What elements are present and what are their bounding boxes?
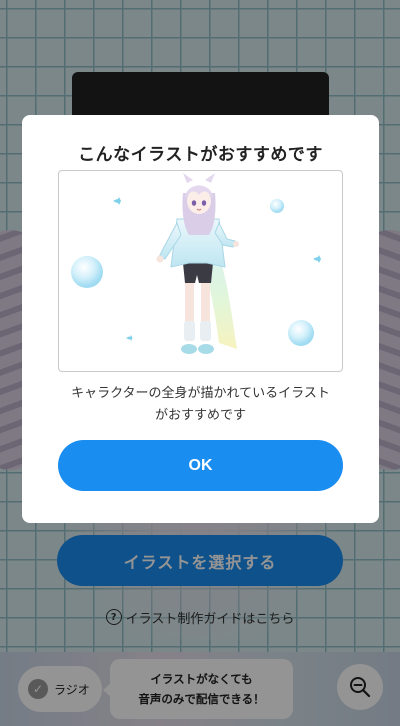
sample-character-illustration <box>71 173 321 354</box>
dialog-description: キャラクターの全身が描かれているイラスト がおすすめです <box>71 386 330 423</box>
dialog-title: こんなイラストがおすすめです <box>78 145 323 165</box>
ok-button[interactable]: OK <box>58 440 343 491</box>
sample-illustration <box>58 170 343 372</box>
recommendation-dialog: こんなイラストがおすすめです キャラクターの全身が描かれているイラスト がおすす… <box>22 115 379 523</box>
